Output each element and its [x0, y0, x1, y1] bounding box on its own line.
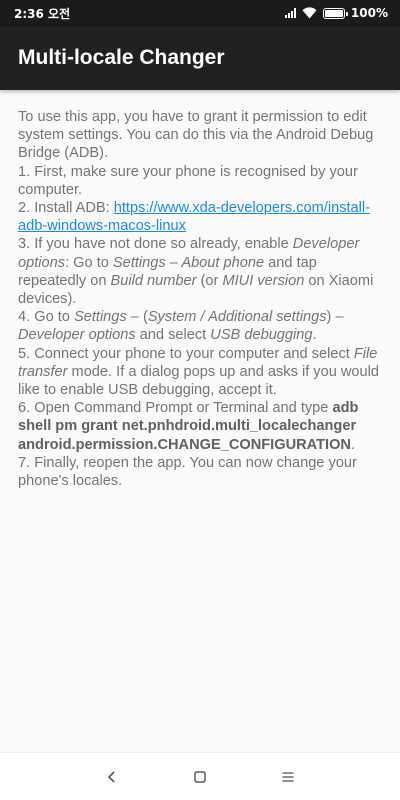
back-button[interactable]	[96, 761, 128, 793]
menu-button[interactable]	[272, 761, 304, 793]
step-6-text: 6. Open Command Prompt or Terminal and t…	[18, 400, 333, 417]
home-icon	[194, 770, 206, 783]
wifi-icon	[302, 7, 317, 19]
cell-signal-icon	[284, 8, 296, 18]
step-4: 4. Go to Settings – (System / Additional…	[18, 308, 382, 344]
step-6-text: .	[350, 436, 356, 453]
step-4-developer-options: Developer options	[18, 327, 136, 344]
step-3-text: 3. If you have not done so already, enab…	[18, 236, 293, 253]
step-4-system-settings: System / Additional settings	[147, 309, 327, 326]
back-icon	[107, 770, 115, 783]
step-3-build-number: Build number	[110, 272, 197, 289]
app-bar: Multi-locale Changer	[0, 26, 400, 90]
status-time: 2:36 오전	[14, 6, 71, 21]
navigation-bar	[0, 752, 400, 800]
step-4-text: ) –	[326, 309, 344, 326]
status-icons: 100%	[284, 6, 388, 20]
step-2: 2. Install ADB: https://www.xda-develope…	[18, 199, 382, 235]
step-7: 7. Finally, reopen the app. You can now …	[18, 454, 357, 490]
step-4-text: and select	[135, 327, 211, 344]
instructions-text: To use this app, you have to grant it pe…	[0, 90, 400, 752]
step-3: 3. If you have not done so already, enab…	[18, 235, 382, 308]
intro-paragraph: To use this app, you have to grant it pe…	[18, 109, 374, 162]
step-1: 1. First, make sure your phone is recogn…	[18, 163, 358, 198]
step-5-text: 5. Connect your phone to your computer a…	[18, 345, 354, 362]
step-4-text: .	[312, 327, 317, 344]
battery-icon	[322, 7, 348, 19]
home-button[interactable]	[184, 761, 216, 793]
step-4-text: 4. Go to	[18, 309, 74, 326]
step-3-settings-about: Settings – About phone	[112, 254, 265, 271]
step-4-settings: Settings	[73, 309, 127, 326]
step-5: 5. Connect your phone to your computer a…	[18, 345, 382, 400]
menu-icon	[282, 771, 294, 782]
step-5-text: mode. If a dialog pops up and asks if yo…	[18, 363, 380, 399]
step-4-text: – (	[126, 309, 148, 326]
step-2-prefix: 2. Install ADB:	[18, 200, 114, 217]
step-3-miui-version: MIUI version	[222, 272, 305, 289]
step-3-text: : Go to	[65, 254, 113, 271]
page-title: Multi-locale Changer	[18, 46, 225, 69]
step-6: 6. Open Command Prompt or Terminal and t…	[18, 399, 382, 454]
step-4-usb-debugging: USB debugging	[210, 327, 313, 344]
status-bar: 2:36 오전 100%	[0, 0, 400, 26]
step-3-text: (or	[196, 272, 223, 289]
battery-percent: 100%	[350, 6, 388, 20]
